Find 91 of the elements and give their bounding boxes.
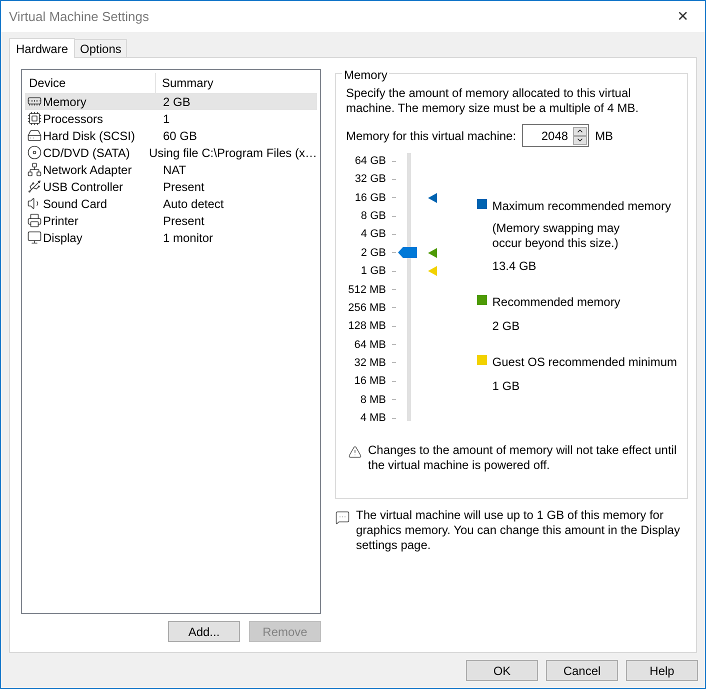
tick-mark [392,344,396,346]
close-button[interactable]: ✕ [669,6,697,27]
tick-mark [392,216,396,217]
monitor-icon [27,230,42,245]
tick-mark [392,197,396,198]
device-row[interactable]: Network Adapter NAT [25,161,317,178]
memory-input[interactable]: 2048 [523,126,572,144]
device-summary: Auto detect [162,196,224,212]
device-summary: 1 [162,110,170,128]
tab[interactable]: Options [75,39,128,57]
tick-mark [392,362,396,364]
tick-label: 32 GB [354,172,386,186]
device-name: Processors [43,110,104,128]
printer-icon [27,213,42,228]
dialog-button[interactable]: Cancel [546,660,618,681]
device-name: Memory [43,94,86,110]
tick-mark [392,326,396,327]
tick-mark [392,178,396,180]
tick-mark [392,418,396,419]
tick-mark [392,160,396,162]
unit-label: MB [595,128,614,144]
tab[interactable]: Hardware [9,38,76,58]
dialog-button[interactable]: OK [466,660,538,681]
tick-label: 64 MB [353,338,386,352]
tick-mark [392,307,396,308]
tick-mark [392,289,396,290]
warning-text: Changes to the amount of memory will not take effect until the virtual machine is powered off. [368,443,677,473]
tick-mark [392,380,396,382]
device-name: Sound Card [43,196,108,212]
device-summary: Present [162,212,204,230]
memory-spinner[interactable]: 2048 [522,124,590,147]
tick-label: 256 MB [347,300,386,315]
tick-label: 1 GB [360,264,386,278]
device-row[interactable]: USB Controller Present [25,178,317,195]
device-row[interactable]: Display 1 monitor [25,229,317,246]
tick-mark [392,399,396,400]
legend-title: Recommended memory [492,294,620,311]
slider-thumb[interactable] [398,247,417,258]
network-icon [27,162,42,177]
tick-label: 4 MB [359,411,386,426]
tick-label: 16 GB [354,190,386,205]
drive-icon [27,128,42,143]
legend-value: 13.4 GB [492,258,538,275]
tick-label: 128 MB [347,319,386,334]
device-summary: 60 GB [162,128,198,144]
usb-icon [27,179,42,194]
device-name: Network Adapter [43,162,132,178]
device-row[interactable]: CD/DVD (SATA) Using file C:\Program Files (x… [25,144,317,161]
device-summary: 1 monitor [162,230,214,246]
tick-label: 2 GB [360,246,386,260]
device-row[interactable]: Memory 2 GB [25,93,317,110]
window-title: Virtual Machine Settings [9,8,149,26]
device-row[interactable]: Printer Present [25,212,317,229]
device-name: Hard Disk (SCSI) [43,128,136,144]
tick-label: 32 MB [353,356,386,370]
field-label: Memory for this virtual machine: [346,128,516,144]
tick-mark [392,270,396,272]
tick-label: 8 GB [360,209,386,224]
warning-icon [348,445,362,459]
spin-up-icon[interactable] [573,126,588,136]
tick-label: 4 GB [360,227,386,242]
device-row[interactable]: Hard Disk (SCSI) 60 GB [25,127,317,144]
description: Specify the amount of memory allocated to this virtual machine. The memory size must be a multiple of 4 MB. [346,86,640,116]
tick-label: 512 MB [347,282,386,297]
dialog-button[interactable]: Help [626,660,698,681]
device-row[interactable]: Sound Card Auto detect [25,195,317,212]
device-name: Printer [43,212,78,230]
tick-label: 64 GB [354,154,386,168]
column-header[interactable]: Summary [156,74,214,92]
device-summary: 2 GB [162,94,190,110]
info-text: The virtual machine will use up to 1 GB of this memory for graphics memory. You can change this amount in the Display settings page. [356,508,681,553]
tick-mark [392,252,396,254]
device-summary: Present [162,178,204,196]
chip-icon [27,111,42,126]
tick-label: 16 MB [353,374,386,388]
legend-title: Guest OS recommended minimum [492,354,677,371]
legend-note: (Memory swapping may occur beyond this size.) [492,221,621,251]
device-name: USB Controller [43,178,124,196]
device-row[interactable]: Processors 1 [25,110,317,127]
device-summary: NAT [162,162,186,178]
legend-value: 1 GB [492,378,521,395]
info-icon [335,510,350,525]
dialog-button[interactable]: Add... [168,621,240,642]
device-name: Display [43,230,82,246]
tick-mark [392,234,396,235]
disc-icon [27,145,42,160]
device-summary: Using file C:\Program Files (x… [148,144,317,162]
tick-label: 8 MB [359,392,386,407]
device-name: CD/DVD (SATA) [43,144,130,162]
legend-value: 2 GB [492,318,521,335]
legend-title: Maximum recommended memory [492,198,671,215]
